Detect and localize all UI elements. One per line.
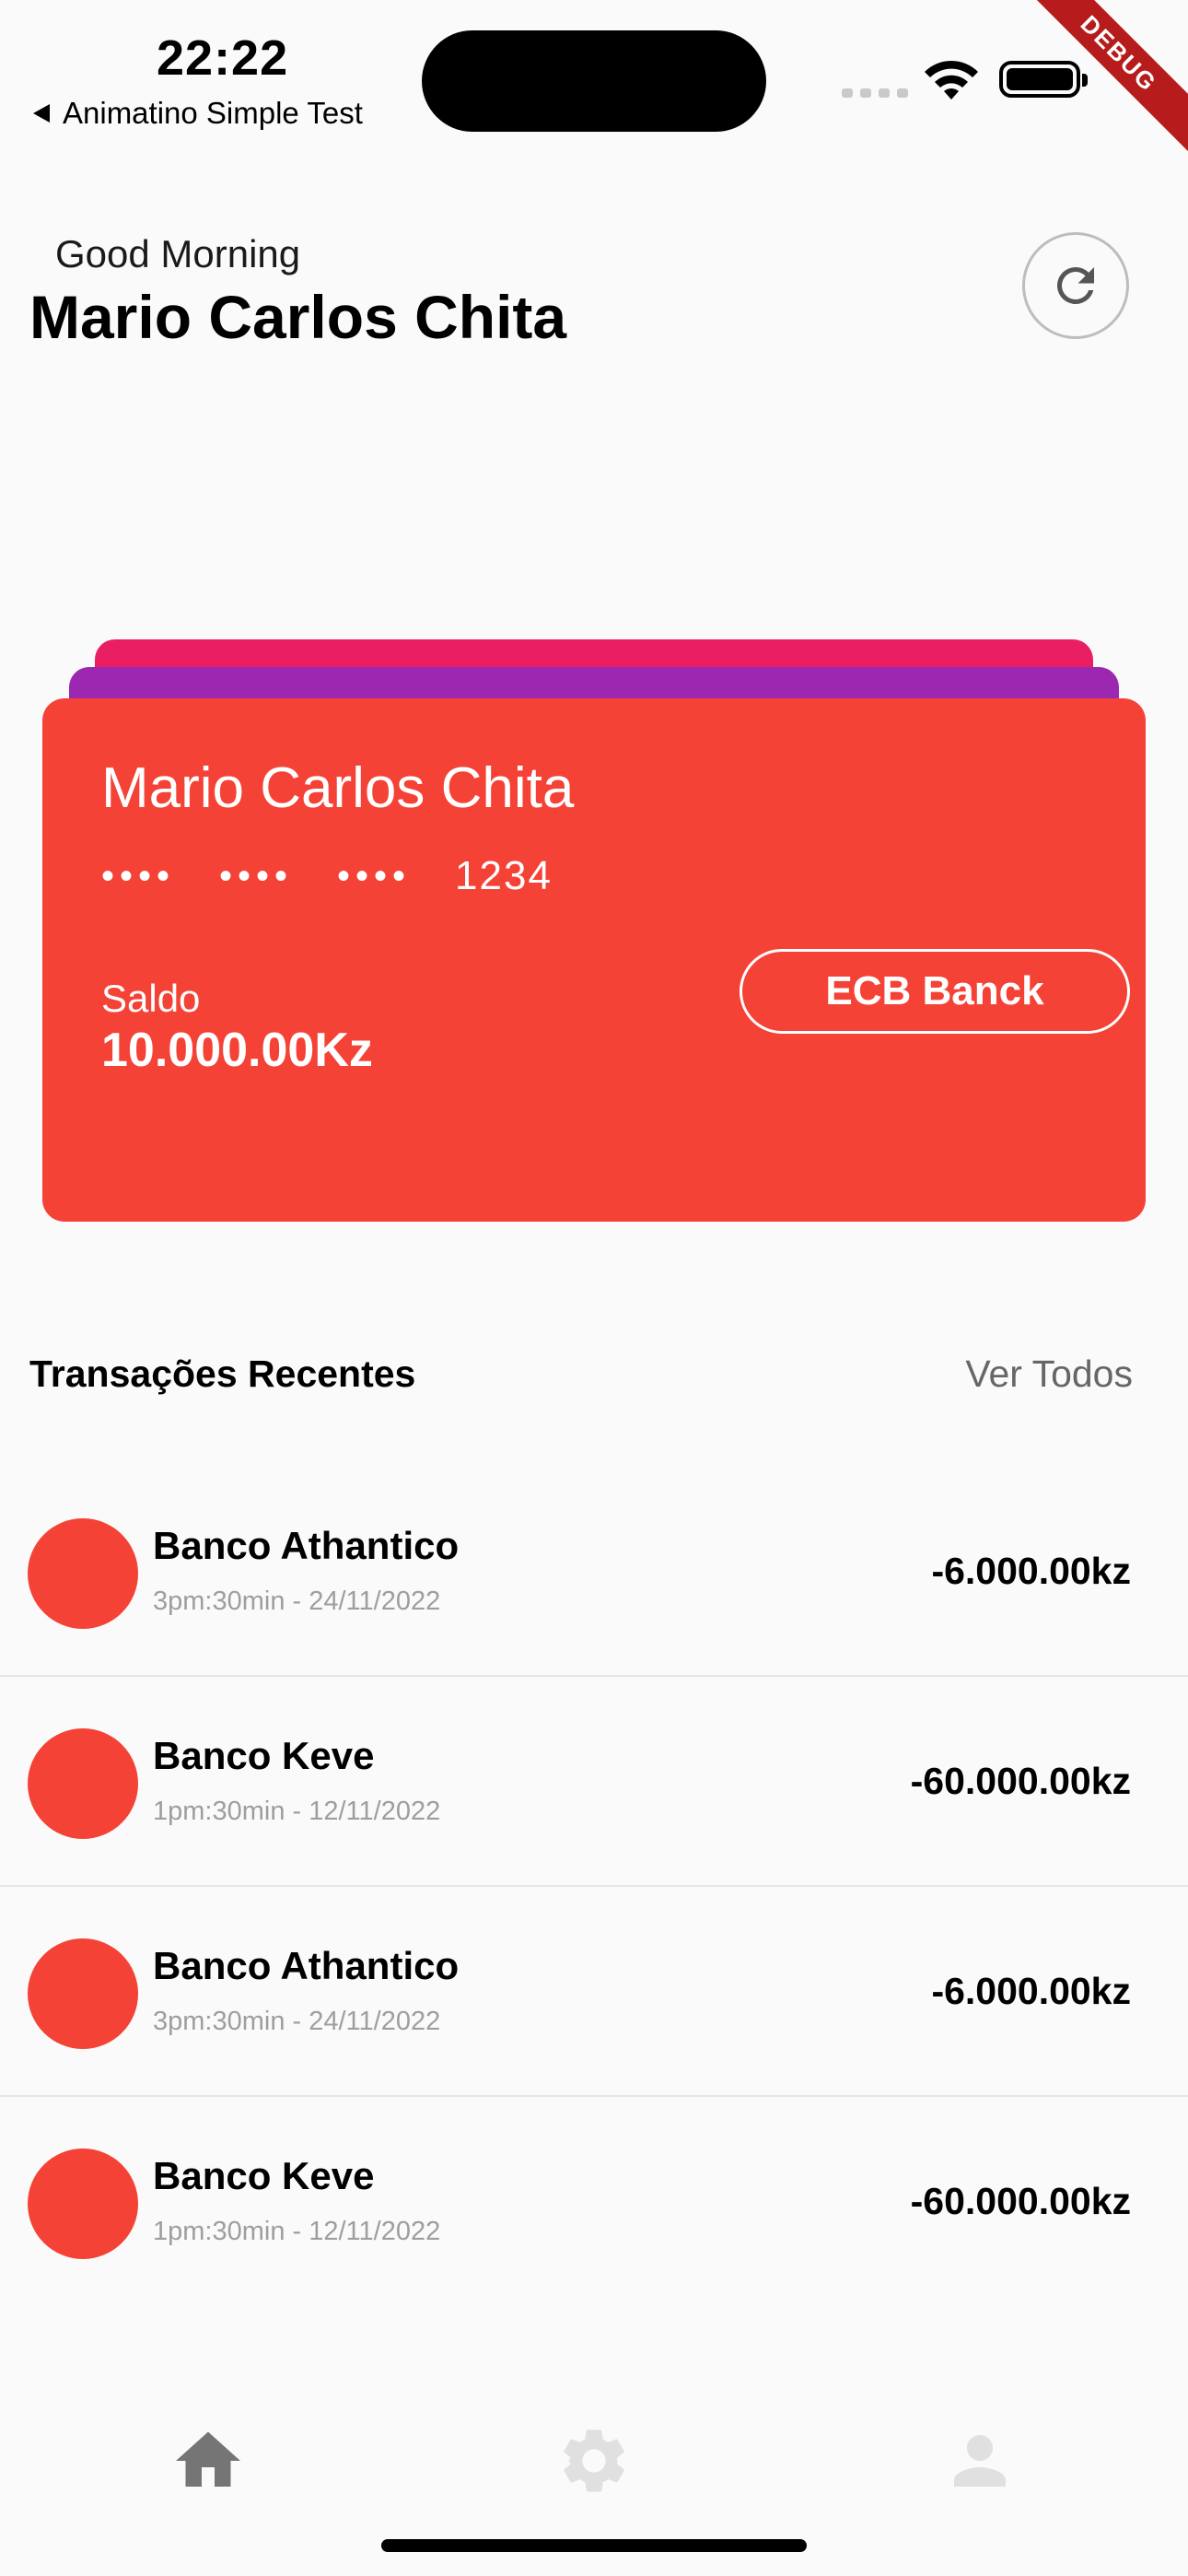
person-icon (954, 2435, 1006, 2487)
refresh-icon (1056, 266, 1094, 304)
transaction-avatar (28, 1938, 138, 2049)
transaction-avatar (28, 1518, 138, 1629)
card-last-digits: 1234 (455, 853, 553, 898)
user-name-title: Mario Carlos Chita (29, 283, 567, 351)
transaction-name: Banco Keve (153, 1734, 375, 1777)
nav-home[interactable] (167, 2419, 250, 2502)
wifi-icon (925, 60, 978, 100)
nav-settings[interactable] (553, 2419, 635, 2502)
transaction-avatar (28, 1728, 138, 1839)
transaction-avatar (28, 2149, 138, 2259)
transaction-row[interactable]: Banco Athantico 3pm:30min - 24/11/2022 -… (0, 1885, 1188, 2097)
card-mask-group: •••• (337, 855, 412, 896)
recent-transactions-title: Transações Recentes (29, 1352, 416, 1395)
balance-label: Saldo (101, 977, 201, 1020)
battery-icon (999, 61, 1088, 98)
settings-icon (563, 2430, 624, 2492)
transaction-amount: -6.000.00kz (931, 1970, 1131, 2012)
home-icon (176, 2431, 240, 2487)
greeting-text: Good Morning (55, 232, 301, 275)
transaction-time: 3pm:30min - 24/11/2022 (153, 1587, 441, 1616)
back-arrow-icon (33, 104, 50, 123)
transaction-time: 1pm:30min - 12/11/2022 (153, 1797, 441, 1826)
transaction-time: 3pm:30min - 24/11/2022 (153, 2007, 441, 2036)
transaction-amount: -60.000.00kz (910, 2180, 1131, 2222)
status-time: 22:22 (157, 30, 289, 86)
cellular-signal-icon (842, 88, 908, 98)
card-mask-group: •••• (219, 855, 294, 896)
nav-profile[interactable] (938, 2419, 1021, 2502)
dynamic-island (422, 30, 766, 132)
home-indicator[interactable] (381, 2539, 807, 2552)
card-mask-group: •••• (101, 855, 176, 896)
back-to-app-link[interactable]: Animatino Simple Test (33, 96, 363, 131)
bank-name-button[interactable]: ECB Banck (740, 949, 1130, 1034)
transaction-amount: -6.000.00kz (931, 1550, 1131, 1592)
transaction-row[interactable]: Banco Keve 1pm:30min - 12/11/2022 -60.00… (0, 1675, 1188, 1887)
transaction-row[interactable]: Banco Keve 1pm:30min - 12/11/2022 -60.00… (0, 2095, 1188, 2305)
bank-card[interactable]: Mario Carlos Chita •••• •••• •••• 1234 S… (42, 698, 1146, 1222)
transaction-row[interactable]: Banco Athantico 3pm:30min - 24/11/2022 -… (0, 1465, 1188, 1677)
refresh-button[interactable] (1022, 232, 1129, 339)
card-number: •••• •••• •••• 1234 (101, 853, 553, 899)
transaction-time: 1pm:30min - 12/11/2022 (153, 2217, 441, 2246)
balance-value: 10.000.00Kz (101, 1024, 373, 1077)
back-app-label: Animatino Simple Test (63, 96, 363, 130)
see-all-link[interactable]: Ver Todos (965, 1352, 1133, 1396)
transaction-name: Banco Athantico (153, 1524, 460, 1567)
transaction-name: Banco Keve (153, 2154, 375, 2197)
transaction-amount: -60.000.00kz (910, 1760, 1131, 1802)
transaction-name: Banco Athantico (153, 1944, 460, 1987)
card-holder-name: Mario Carlos Chita (101, 756, 575, 820)
